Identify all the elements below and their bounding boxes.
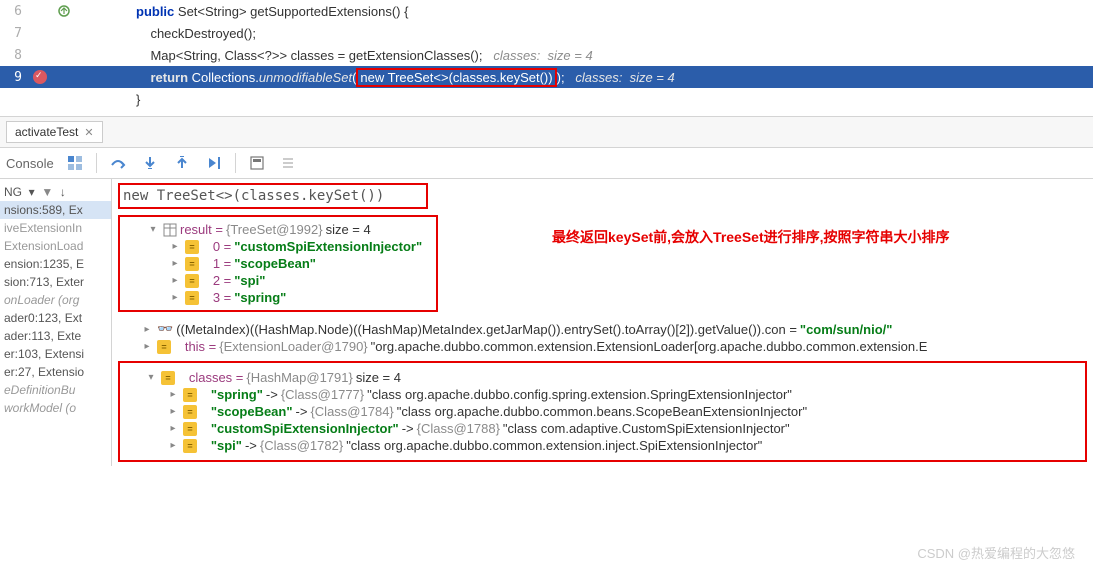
tab-label: activateTest xyxy=(15,125,78,139)
frames-panel: NG ▾ ▼ ↓ nsions:589, Ex iveExtensionIn E… xyxy=(0,179,112,466)
tab-activate-test[interactable]: activateTest ✕ xyxy=(6,121,103,143)
code-line[interactable]: checkDestroyed(); xyxy=(76,26,256,41)
field-icon: = xyxy=(183,422,197,436)
field-icon: = xyxy=(161,371,175,385)
var-this[interactable]: ▸ = this = {ExtensionLoader@1790} "org.a… xyxy=(118,338,1093,355)
var-result[interactable]: ▾ result = {TreeSet@1992} size = 4 xyxy=(124,221,432,238)
thread-selector[interactable]: NG ▾ ▼ ↓ xyxy=(0,183,111,201)
code-line[interactable]: public Set<String> getSupportedExtension… xyxy=(76,4,408,19)
expand-icon[interactable]: ▸ xyxy=(168,292,182,303)
expand-icon[interactable]: ▸ xyxy=(166,440,180,451)
stack-frame[interactable]: ader:113, Exte xyxy=(0,327,111,345)
field-icon: = xyxy=(185,240,199,254)
field-icon: = xyxy=(185,257,199,271)
variables-panel: new TreeSet<>(classes.keySet()) ▾ result… xyxy=(112,179,1093,466)
expand-icon[interactable]: ▸ xyxy=(166,406,180,417)
expand-icon[interactable]: ▸ xyxy=(168,275,182,286)
expand-icon[interactable]: ▸ xyxy=(166,423,180,434)
stack-frame[interactable]: eDefinitionBu xyxy=(0,381,111,399)
map-entry[interactable]: ▸= "spi" -> {Class@1782} "class org.apac… xyxy=(122,437,1083,454)
watch-expr[interactable]: ▸ 👓 ((MetaIndex)((HashMap.Node)((HashMap… xyxy=(118,320,1093,338)
code-line[interactable]: Map<String, Class<?>> classes = getExten… xyxy=(76,48,593,63)
stack-frame[interactable]: ension:1235, E xyxy=(0,255,111,273)
debug-toolbar: Console xyxy=(0,148,1093,179)
expand-icon[interactable]: ▸ xyxy=(140,324,154,335)
stack-frame[interactable]: ExtensionLoad xyxy=(0,237,111,255)
watch-icon: 👓 xyxy=(157,321,173,337)
field-icon: = xyxy=(183,388,197,402)
stack-frame[interactable]: iveExtensionIn xyxy=(0,219,111,237)
layout-icon[interactable] xyxy=(64,152,86,174)
step-into-icon[interactable] xyxy=(139,152,161,174)
evaluate-input[interactable]: new TreeSet<>(classes.keySet()) xyxy=(118,183,428,209)
step-out-icon[interactable] xyxy=(171,152,193,174)
code-line[interactable]: } xyxy=(76,92,140,107)
field-icon: = xyxy=(183,439,197,453)
expand-icon[interactable]: ▾ xyxy=(146,224,160,235)
stack-frame[interactable]: nsions:589, Ex xyxy=(0,201,111,219)
expand-icon[interactable]: ▸ xyxy=(166,389,180,400)
map-entry[interactable]: ▸= "spring" -> {Class@1777} "class org.a… xyxy=(122,386,1083,403)
expand-icon[interactable]: ▸ xyxy=(140,341,154,352)
tree-item[interactable]: ▸= 1 = "scopeBean" xyxy=(124,255,432,272)
stack-frame[interactable]: ader0:123, Ext xyxy=(0,309,111,327)
field-icon: = xyxy=(157,340,171,354)
classes-group: ▾ = classes = {HashMap@1791} size = 4 ▸=… xyxy=(118,361,1087,462)
console-label[interactable]: Console xyxy=(6,156,54,171)
tree-item[interactable]: ▸= 0 = "customSpiExtensionInjector" xyxy=(124,238,432,255)
line-number: 9 xyxy=(0,70,28,85)
breakpoint-icon[interactable] xyxy=(28,70,52,84)
run-to-cursor-icon[interactable] xyxy=(203,152,225,174)
map-entry[interactable]: ▸= "scopeBean" -> {Class@1784} "class or… xyxy=(122,403,1083,420)
table-icon xyxy=(163,223,177,237)
result-group: ▾ result = {TreeSet@1992} size = 4 ▸= 0 … xyxy=(118,215,438,312)
field-icon: = xyxy=(185,274,199,288)
code-editor: 6 public Set<String> getSupportedExtensi… xyxy=(0,0,1093,110)
stack-frame[interactable]: er:27, Extensio xyxy=(0,363,111,381)
line-number: 8 xyxy=(0,48,28,63)
override-gutter-icon[interactable] xyxy=(52,5,76,17)
expand-icon[interactable]: ▸ xyxy=(168,241,182,252)
line-number: 7 xyxy=(0,26,28,41)
highlighted-expr: new TreeSet<>(classes.keySet()) xyxy=(356,68,556,87)
watermark: CSDN @热爱编程的大忽悠 xyxy=(917,543,1075,562)
expand-icon[interactable]: ▸ xyxy=(168,258,182,269)
stack-frame[interactable]: onLoader (org xyxy=(0,291,111,309)
annotation-text: 最终返回keySet前,会放入TreeSet进行排序,按照字符串大小排序 xyxy=(552,227,950,247)
stack-frame[interactable]: workModel (o xyxy=(0,399,111,417)
map-entry[interactable]: ▸= "customSpiExtensionInjector" -> {Clas… xyxy=(122,420,1083,437)
stack-frame[interactable]: sion:713, Exter xyxy=(0,273,111,291)
expand-icon[interactable]: ▾ xyxy=(144,372,158,383)
stack-frame[interactable]: er:103, Extensi xyxy=(0,345,111,363)
evaluate-icon[interactable] xyxy=(246,152,268,174)
line-number: 6 xyxy=(0,4,28,19)
step-over-icon[interactable] xyxy=(107,152,129,174)
tree-item[interactable]: ▸= 3 = "spring" xyxy=(124,289,432,306)
field-icon: = xyxy=(185,291,199,305)
run-config-tabs: activateTest ✕ xyxy=(0,116,1093,148)
tree-item[interactable]: ▸= 2 = "spi" xyxy=(124,272,432,289)
var-classes[interactable]: ▾ = classes = {HashMap@1791} size = 4 xyxy=(122,369,1083,386)
close-icon[interactable]: ✕ xyxy=(84,126,93,139)
code-line[interactable]: return Collections.unmodifiableSet(new T… xyxy=(76,70,675,85)
field-icon: = xyxy=(183,405,197,419)
trace-icon[interactable] xyxy=(278,152,300,174)
